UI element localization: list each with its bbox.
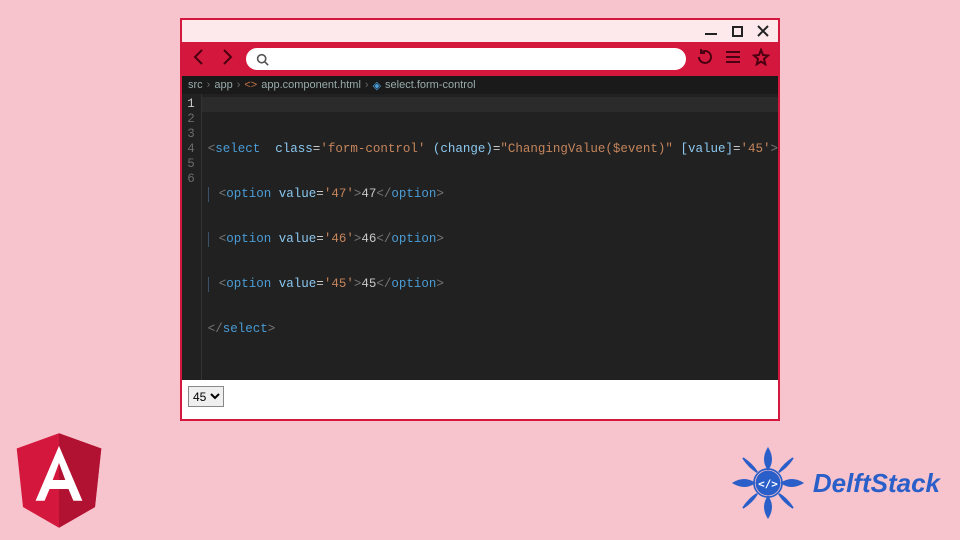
back-button[interactable] <box>190 48 208 71</box>
mandala-icon: </> </> <box>729 444 807 522</box>
code-line: </select> <box>208 322 778 337</box>
breadcrumb-file: app.component.html <box>261 79 361 91</box>
bookmark-button[interactable] <box>752 48 770 71</box>
line-gutter: 1 2 3 4 5 6 <box>182 94 202 380</box>
code-line: <option value='47'>47</option> <box>208 187 778 202</box>
active-line-highlight <box>202 97 778 112</box>
html-file-icon: <> <box>244 79 257 91</box>
code-line <box>208 367 778 382</box>
editor-breadcrumb[interactable]: src › app › <> app.component.html › ◈ se… <box>182 76 778 94</box>
code-line: <select class='form-control' (change)="C… <box>208 142 778 157</box>
reload-button[interactable] <box>696 48 714 71</box>
chevron-right-icon: › <box>237 79 241 91</box>
code-editor[interactable]: 1 2 3 4 5 6 <select class='form-control'… <box>182 94 778 380</box>
symbol-icon: ◈ <box>373 79 381 92</box>
minimize-button[interactable] <box>704 24 718 38</box>
browser-toolbar <box>182 42 778 76</box>
chevron-right-icon: › <box>207 79 211 91</box>
code-area[interactable]: <select class='form-control' (change)="C… <box>202 94 778 380</box>
browser-window: src › app › <> app.component.html › ◈ se… <box>180 18 780 421</box>
svg-text:</>: </> <box>758 478 778 491</box>
delftstack-text: DelftStack <box>813 468 940 499</box>
code-line: <option value='45'>45</option> <box>208 277 778 292</box>
angular-logo-icon <box>14 433 104 528</box>
breadcrumb-folder: app <box>214 79 232 91</box>
code-line: <option value='46'>46</option> <box>208 232 778 247</box>
menu-button[interactable] <box>724 48 742 71</box>
maximize-button[interactable] <box>730 24 744 38</box>
window-titlebar <box>182 20 778 42</box>
address-bar[interactable] <box>246 48 686 70</box>
breadcrumb-root: src <box>188 79 203 91</box>
breadcrumb-symbol: select.form-control <box>385 79 475 91</box>
close-button[interactable] <box>756 24 770 38</box>
chevron-right-icon: › <box>365 79 369 91</box>
delftstack-logo: </> </> DelftStack <box>729 444 940 522</box>
search-icon <box>256 53 269 66</box>
forward-button[interactable] <box>218 48 236 71</box>
